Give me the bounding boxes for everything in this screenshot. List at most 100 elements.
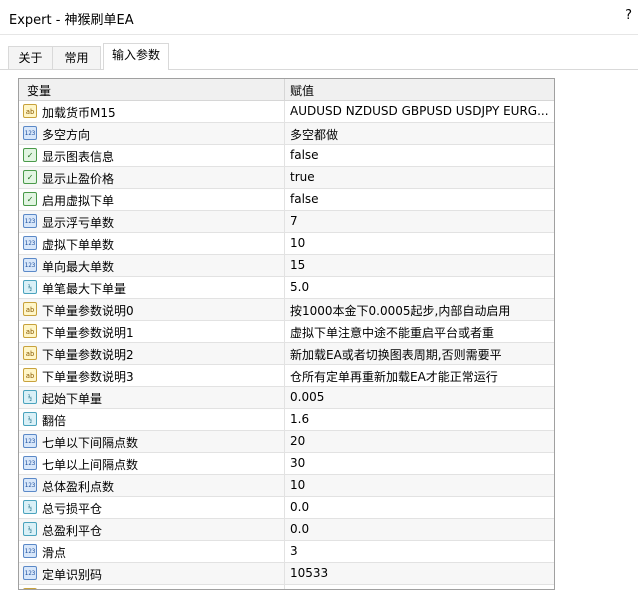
parameter-name: 加载货币M15 — [42, 106, 116, 120]
parameter-row[interactable]: ab 下单量参数说明1 虚拟下单注意中途不能重启平台或者重 — [19, 321, 554, 343]
column-separator — [284, 189, 285, 210]
parameter-value[interactable]: false — [290, 148, 548, 162]
parameter-row[interactable]: 123 七单以上间隔点数 30 — [19, 453, 554, 475]
header-separator — [284, 79, 285, 100]
parameter-value[interactable]: 3 — [290, 544, 548, 558]
parameter-name: 启用虚拟下单 — [42, 194, 115, 208]
parameter-row[interactable]: ab 下单量参数说明2 新加载EA或者切换图表周期,否则需要平 — [19, 343, 554, 365]
parameter-row[interactable]: 123 显示浮亏单数 7 — [19, 211, 554, 233]
parameter-name: 下单量参数说明1 — [42, 326, 134, 340]
integer-type-icon: 123 — [23, 258, 37, 272]
parameter-name: 下单量参数说明0 — [42, 304, 134, 318]
parameter-value[interactable]: 10533 — [290, 566, 548, 580]
tab-about[interactable]: 关于 — [8, 46, 53, 69]
parameter-row[interactable]: ab 下单量参数说明3 仓所有定单再重新加载EA才能正常运行 — [19, 365, 554, 387]
tab-input-parameters[interactable]: 输入参数 — [103, 43, 169, 70]
column-separator — [284, 299, 285, 320]
parameter-row[interactable]: ½ 单笔最大下单量 5.0 — [19, 277, 554, 299]
double-type-icon: ½ — [23, 390, 37, 404]
help-button[interactable]: ? — [625, 8, 632, 23]
parameter-row[interactable]: ½ 翻倍 1.6 — [19, 409, 554, 431]
parameter-row[interactable]: ✓ 启用虚拟下单 false — [19, 189, 554, 211]
column-separator — [284, 453, 285, 474]
parameter-value[interactable]: false — [290, 192, 548, 206]
integer-type-icon: 123 — [23, 434, 37, 448]
parameter-value[interactable]: 10 — [290, 478, 548, 492]
parameter-value[interactable]: 新加载EA或者切换图表周期,否则需要平 — [290, 346, 548, 363]
column-separator — [284, 431, 285, 452]
double-type-icon: ½ — [23, 280, 37, 294]
value-column-header[interactable]: 赋值 — [290, 82, 314, 99]
parameter-value[interactable]: 多空都做 — [290, 126, 548, 143]
parameter-name: 翻倍 — [42, 414, 67, 428]
parameter-row[interactable]: 123 总体盈利点数 10 — [19, 475, 554, 497]
parameter-value[interactable]: 20 — [290, 434, 548, 448]
parameter-name: 总亏损平仓 — [42, 502, 103, 516]
parameter-row[interactable]: 123 定单识别码 10533 — [19, 563, 554, 585]
integer-type-icon: 123 — [23, 456, 37, 470]
parameter-name: 七单以下间隔点数 — [42, 436, 139, 450]
column-separator — [284, 387, 285, 408]
integer-type-icon: 123 — [23, 478, 37, 492]
column-separator — [284, 519, 285, 540]
parameter-name: 虚拟下单单数 — [42, 238, 115, 252]
parameters-grid[interactable]: 变量 赋值 ab 加载货币M15 AUDUSD NZDUSD GBPUSD USDJ… — [18, 78, 555, 590]
parameter-row[interactable]: ✓ 显示图表信息 false — [19, 145, 554, 167]
column-separator — [284, 101, 285, 122]
integer-type-icon: 123 — [23, 214, 37, 228]
parameter-value[interactable]: 10 — [290, 236, 548, 250]
parameter-row[interactable]: 123 滑点 3 — [19, 541, 554, 563]
column-separator — [284, 343, 285, 364]
column-separator — [284, 167, 285, 188]
parameter-row[interactable]: ab 下单量参数说明0 按1000本金下0.0005起步,内部自动启用 — [19, 299, 554, 321]
title-bar: Expert - 神猴刷单EA ? — [0, 0, 638, 35]
parameter-value[interactable]: 30 — [290, 456, 548, 470]
parameter-name: 总体盈利点数 — [42, 480, 115, 494]
string-type-icon: ab — [23, 588, 37, 589]
parameter-value[interactable]: AUDUSD NZDUSD GBPUSD USDJPY EURG... — [290, 104, 548, 118]
column-separator — [284, 409, 285, 430]
parameter-value[interactable]: 0.005 — [290, 390, 548, 404]
parameter-name: 七单以上间隔点数 — [42, 458, 139, 472]
column-separator — [284, 585, 285, 589]
parameter-row[interactable]: ✓ 显示止盈价格 true — [19, 167, 554, 189]
column-separator — [284, 255, 285, 276]
parameter-value[interactable]: 15 — [290, 258, 548, 272]
parameter-row[interactable]: ½ 总亏损平仓 0.0 — [19, 497, 554, 519]
parameter-row[interactable]: ½ 总盈利平仓 0.0 — [19, 519, 554, 541]
window-title: Expert - 神猴刷单EA — [9, 13, 134, 28]
string-type-icon: ab — [23, 302, 37, 316]
column-separator — [284, 321, 285, 342]
boolean-type-icon: ✓ — [23, 170, 37, 184]
variable-column-header[interactable]: 变量 — [27, 82, 51, 99]
parameter-value[interactable]: 5.0 — [290, 280, 548, 294]
parameter-name: 单笔最大下单量 — [42, 282, 127, 296]
parameter-row[interactable]: 123 七单以下间隔点数 20 — [19, 431, 554, 453]
parameter-name: 显示浮亏单数 — [42, 216, 115, 230]
parameter-value[interactable]: 0.0 — [290, 500, 548, 514]
parameter-value[interactable]: 1.6 — [290, 412, 548, 426]
string-type-icon: ab — [23, 368, 37, 382]
column-separator — [284, 277, 285, 298]
parameter-row[interactable]: 123 单向最大单数 15 — [19, 255, 554, 277]
column-separator — [284, 233, 285, 254]
parameter-value[interactable]: Norns — [290, 588, 548, 589]
tab-common[interactable]: 常用 — [52, 46, 101, 69]
parameter-name: 多空方向 — [42, 128, 91, 142]
parameter-value[interactable]: 仓所有定单再重新加载EA才能正常运行 — [290, 368, 548, 385]
parameter-value[interactable]: true — [290, 170, 548, 184]
parameter-name: 下单量参数说明3 — [42, 370, 134, 384]
parameter-row[interactable]: ½ 起始下单量 0.005 — [19, 387, 554, 409]
parameter-value[interactable]: 0.0 — [290, 522, 548, 536]
integer-type-icon: 123 — [23, 236, 37, 250]
parameter-value[interactable]: 7 — [290, 214, 548, 228]
parameter-row[interactable]: ab 加载货币M15 AUDUSD NZDUSD GBPUSD USDJPY EUR… — [19, 101, 554, 123]
parameter-value[interactable]: 虚拟下单注意中途不能重启平台或者重 — [290, 324, 548, 341]
parameter-row[interactable]: ab 定单注释 Norns — [19, 585, 554, 589]
column-separator — [284, 145, 285, 166]
parameter-row[interactable]: 123 多空方向 多空都做 — [19, 123, 554, 145]
parameter-row[interactable]: 123 虚拟下单单数 10 — [19, 233, 554, 255]
parameter-value[interactable]: 按1000本金下0.0005起步,内部自动启用 — [290, 302, 548, 319]
column-separator — [284, 563, 285, 584]
parameter-name: 滑点 — [42, 546, 67, 560]
